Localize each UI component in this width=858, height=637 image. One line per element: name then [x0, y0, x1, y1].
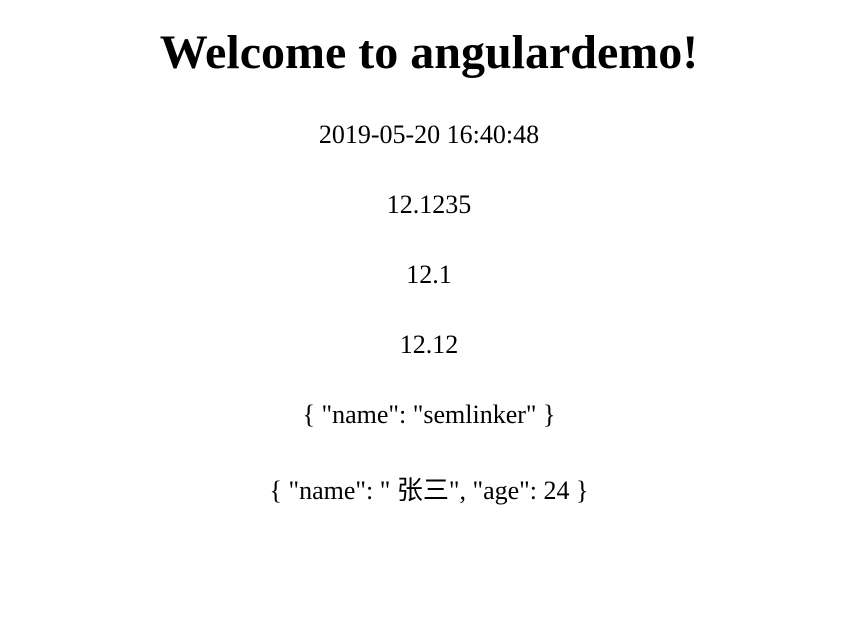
datetime-text: 2019-05-20 16:40:48 [0, 120, 858, 150]
number-text-3: 12.12 [0, 330, 858, 360]
number-text-1: 12.1235 [0, 190, 858, 220]
number-text-2: 12.1 [0, 260, 858, 290]
json-text-2: { "name": " 张三", "age": 24 } [0, 470, 858, 507]
page-title: Welcome to angulardemo! [0, 25, 858, 80]
json-text-1: { "name": "semlinker" } [0, 400, 858, 430]
